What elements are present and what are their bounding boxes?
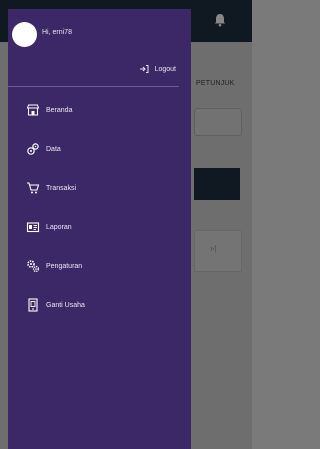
menu-item-data[interactable]: Data (8, 134, 191, 164)
avatar[interactable] (12, 22, 37, 47)
store-icon (26, 104, 40, 116)
menu-item-beranda[interactable]: Beranda (8, 95, 191, 125)
user-greeting: Hi, erni78 (42, 29, 72, 36)
switch-business-icon (28, 298, 38, 312)
menu-item-transaksi[interactable]: Transaksi (8, 173, 191, 203)
menu-label-transaksi: Transaksi (46, 184, 77, 192)
cart-icon (27, 182, 40, 194)
navigation-drawer: Hi, erni78 Logout Beranda Data Transaksi… (8, 9, 191, 449)
logout-button[interactable]: Logout (139, 64, 176, 74)
menu-label-ganti-usaha: Ganti Usaha (46, 301, 85, 309)
data-icon (27, 143, 39, 155)
menu-item-laporan[interactable]: Laporan (8, 212, 191, 242)
menu-label-pengaturan: Pengaturan (46, 262, 83, 270)
settings-icon (27, 260, 40, 273)
logout-icon (139, 65, 149, 73)
menu-label-laporan: Laporan (46, 223, 72, 231)
menu-label-beranda: Beranda (46, 106, 73, 114)
menu-label-data: Data (46, 145, 61, 153)
drawer-divider (8, 86, 179, 87)
report-icon (26, 222, 40, 233)
menu-item-pengaturan[interactable]: Pengaturan (8, 251, 191, 281)
menu-item-ganti-usaha[interactable]: Ganti Usaha (8, 290, 191, 320)
logout-label: Logout (154, 65, 176, 73)
